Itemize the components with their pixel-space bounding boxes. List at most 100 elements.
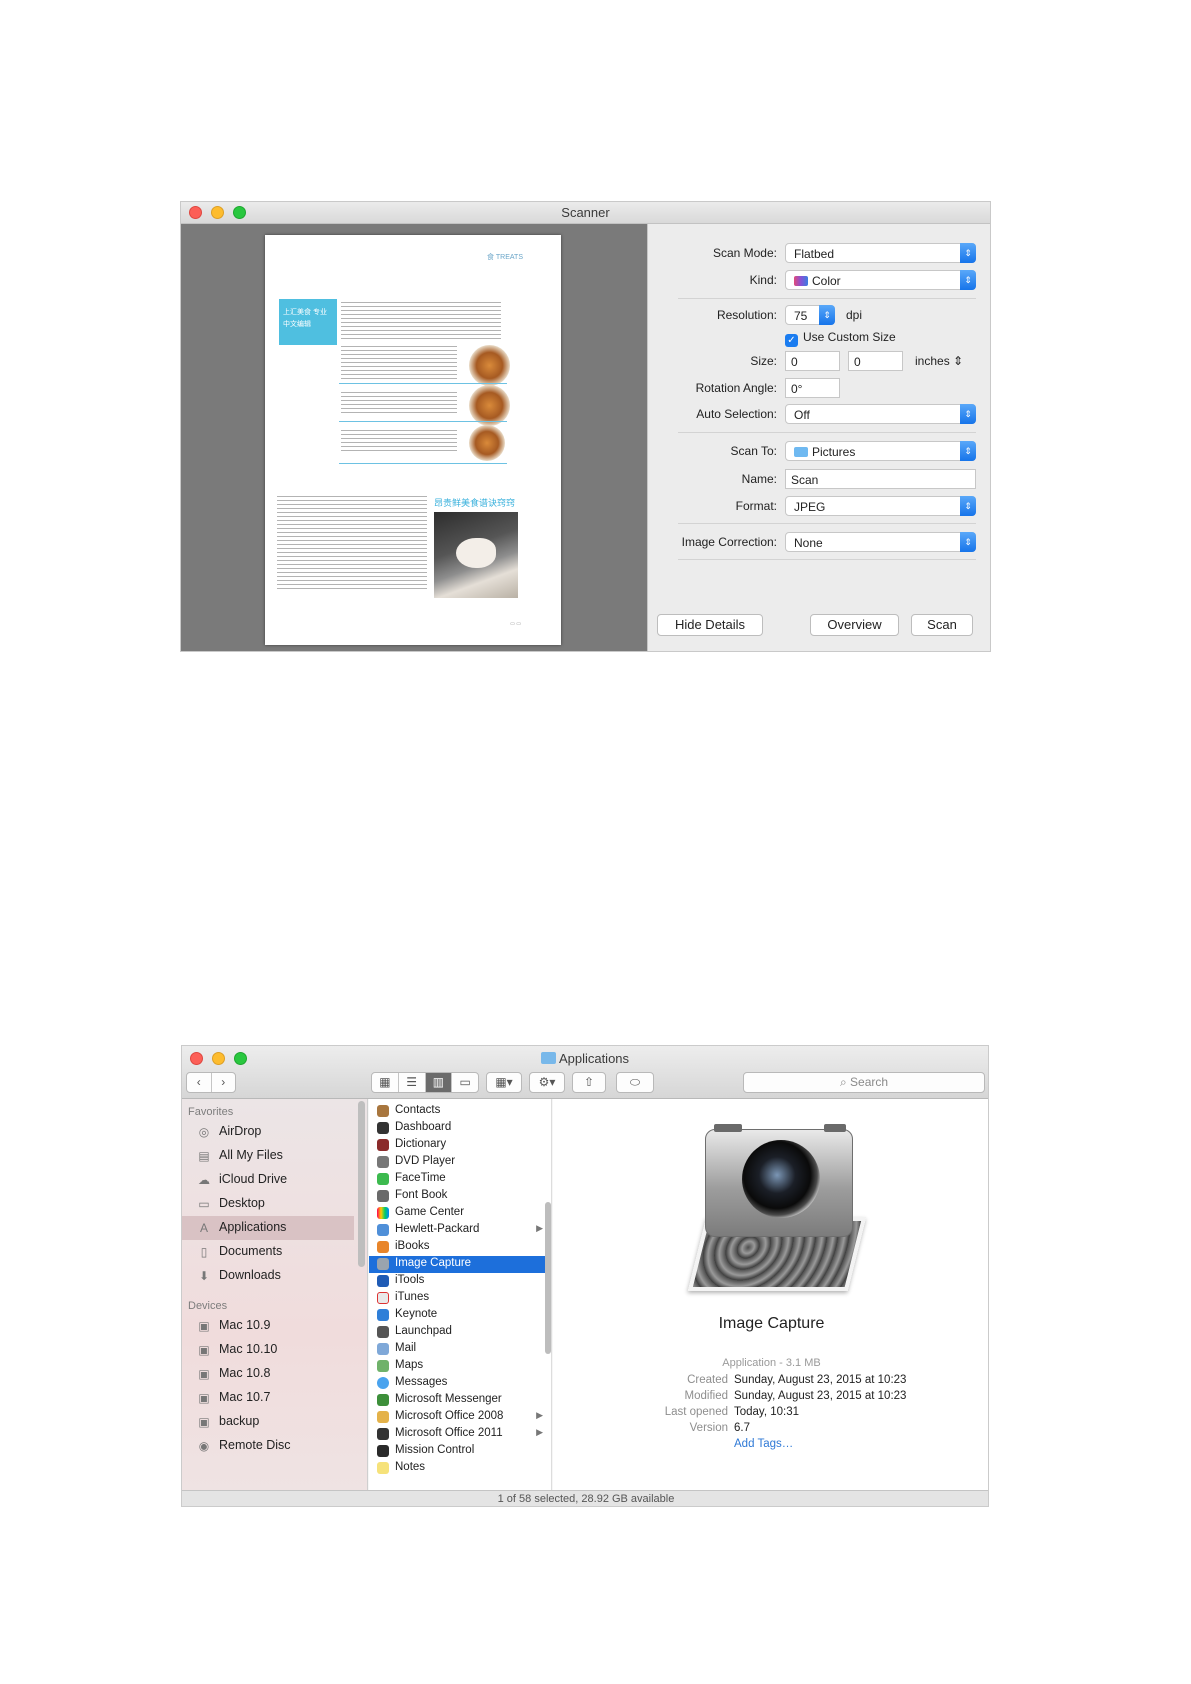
list-item[interactable]: iTools — [369, 1273, 547, 1290]
cloud-icon: ☁ — [198, 1173, 210, 1187]
list-item[interactable]: Contacts — [369, 1103, 547, 1120]
image-correction-popup[interactable]: None ⇕ — [785, 532, 976, 552]
chevron-updown-icon: ⇕ — [960, 270, 976, 290]
list-item-selected[interactable]: Image Capture — [369, 1256, 547, 1273]
tags-button[interactable]: ⬭ — [616, 1072, 654, 1093]
chevron-updown-icon: ⇕ — [960, 243, 976, 263]
messages-icon — [377, 1377, 389, 1389]
sidebar-item-mac-10-10[interactable]: ▣ Mac 10.10 — [182, 1338, 354, 1362]
search-field[interactable]: ⌕ Search — [743, 1072, 985, 1093]
text-block — [341, 299, 501, 339]
messenger-icon — [377, 1394, 389, 1406]
separator — [678, 298, 976, 299]
format-popup[interactable]: JPEG ⇕ — [785, 496, 976, 516]
image-capture-icon — [377, 1258, 389, 1270]
scan-name-field[interactable]: Scan — [785, 469, 976, 489]
sidebar-item-airdrop[interactable]: ◎ AirDrop — [182, 1120, 354, 1144]
chevron-updown-icon: ⇕ — [819, 305, 835, 325]
chevron-updown-icon: ⇕ — [960, 532, 976, 552]
folder-icon — [377, 1411, 389, 1423]
list-item[interactable]: Game Center — [369, 1205, 547, 1222]
scan-mode-row: Scan Mode: Flatbed ⇕ — [648, 243, 990, 263]
use-custom-size-checkbox[interactable]: ✓ Use Custom Size — [785, 330, 896, 347]
favorites-header: Favorites — [188, 1106, 234, 1118]
column-view-icon[interactable]: ▥ — [425, 1073, 453, 1092]
action-button[interactable]: ⚙▾ — [529, 1072, 565, 1093]
sidebar-item-all-my-files[interactable]: ▤ All My Files — [182, 1144, 354, 1168]
list-item[interactable]: Mail — [369, 1341, 547, 1358]
sidebar-item-mac-10-8[interactable]: ▣ Mac 10.8 — [182, 1362, 354, 1386]
list-item[interactable]: iBooks — [369, 1239, 547, 1256]
scan-mode-popup[interactable]: Flatbed ⇕ — [785, 243, 976, 263]
app-kind-size: Application - 3.1 MB — [722, 1357, 821, 1369]
sidebar-scrollbar[interactable] — [358, 1101, 365, 1267]
chevron-right-icon: ▶ — [536, 1410, 543, 1420]
list-item[interactable]: Microsoft Office 2011 ▶ — [369, 1426, 547, 1443]
format-row: Format: JPEG ⇕ — [648, 496, 990, 516]
sidebar-item-downloads[interactable]: ⬇ Downloads — [182, 1264, 354, 1288]
preview-title-box: 上汇美食 专业中文编辑 — [279, 299, 337, 345]
list-item[interactable]: Font Book — [369, 1188, 547, 1205]
list-item[interactable]: Dictionary — [369, 1137, 547, 1154]
column-scrollbar[interactable] — [545, 1202, 551, 1354]
add-tags-link[interactable]: Add Tags… — [734, 1438, 793, 1450]
list-item[interactable]: Hewlett-Packard ▶ — [369, 1222, 547, 1239]
auto-selection-popup[interactable]: Off ⇕ — [785, 404, 976, 424]
scan-button[interactable]: Scan — [911, 614, 973, 636]
list-item[interactable]: Maps — [369, 1358, 547, 1375]
resolution-combo[interactable]: 75 ⇕ — [785, 305, 835, 325]
sidebar-item-mac-10-9[interactable]: ▣ Mac 10.9 — [182, 1314, 354, 1338]
mail-icon — [377, 1343, 389, 1355]
size-width-field[interactable]: 0 — [785, 351, 840, 371]
overview-button[interactable]: Overview — [810, 614, 899, 636]
share-button[interactable]: ⇧ — [572, 1072, 606, 1093]
list-item[interactable]: Notes — [369, 1460, 547, 1477]
sidebar-item-remote-disc[interactable]: ◉ Remote Disc — [182, 1434, 354, 1458]
scan-to-popup[interactable]: Pictures ⇕ — [785, 441, 976, 461]
sidebar-item-applications[interactable]: A Applications — [182, 1216, 354, 1240]
list-item[interactable]: Microsoft Messenger — [369, 1392, 547, 1409]
launchpad-icon — [377, 1326, 389, 1338]
sidebar-item-mac-10-7[interactable]: ▣ Mac 10.7 — [182, 1386, 354, 1410]
list-view-icon[interactable]: ☰ — [399, 1073, 426, 1092]
kind-popup[interactable]: Color ⇕ — [785, 270, 976, 290]
rotation-angle-field[interactable]: 0° — [785, 378, 840, 398]
list-item[interactable]: Keynote — [369, 1307, 547, 1324]
disk-icon: ▣ — [198, 1319, 210, 1333]
sidebar-item-documents[interactable]: ▯ Documents — [182, 1240, 354, 1264]
size-row: Size: 0 0 inches ⇕ — [648, 351, 990, 371]
list-item[interactable]: FaceTime — [369, 1171, 547, 1188]
back-button[interactable]: ‹ — [187, 1073, 212, 1092]
scan-to-row: Scan To: Pictures ⇕ — [648, 441, 990, 461]
list-item[interactable]: Microsoft Office 2008 ▶ — [369, 1409, 547, 1426]
divider — [339, 383, 507, 384]
sidebar-item-backup[interactable]: ▣ backup — [182, 1410, 354, 1434]
chevron-updown-icon: ⇕ — [960, 441, 976, 461]
text-block — [277, 493, 427, 589]
scanner-titlebar: Scanner — [181, 202, 990, 224]
forward-button[interactable]: › — [212, 1073, 236, 1092]
icon-view-icon[interactable]: ▦ — [372, 1073, 399, 1092]
coverflow-view-icon[interactable]: ▭ — [452, 1073, 478, 1092]
list-item[interactable]: DVD Player — [369, 1154, 547, 1171]
sidebar-item-icloud-drive[interactable]: ☁ iCloud Drive — [182, 1168, 354, 1192]
list-item[interactable]: Dashboard — [369, 1120, 547, 1137]
custom-size-row: ✓ Use Custom Size — [648, 327, 990, 347]
font-book-icon — [377, 1190, 389, 1202]
itools-icon — [377, 1275, 389, 1287]
rotation-row: Rotation Angle: 0° — [648, 378, 990, 398]
list-item[interactable]: Mission Control — [369, 1443, 547, 1460]
sidebar-item-desktop[interactable]: ▭ Desktop — [182, 1192, 354, 1216]
color-icon — [794, 276, 808, 286]
arrange-button[interactable]: ▦▾ — [486, 1072, 522, 1093]
list-item[interactable]: iTunes — [369, 1290, 547, 1307]
size-height-field[interactable]: 0 — [848, 351, 903, 371]
folder-icon — [794, 447, 808, 457]
size-unit-popup[interactable]: inches ⇕ — [915, 354, 963, 368]
share-icon: ⇧ — [583, 1075, 595, 1089]
download-icon: ⬇ — [198, 1269, 210, 1283]
list-item[interactable]: Messages — [369, 1375, 547, 1392]
hide-details-button[interactable]: Hide Details — [657, 614, 763, 636]
scan-preview-area[interactable]: 食 TREATS 上汇美食 专业中文编辑 昂贵鲜美食谱诀窍窍 ▭ ▭ — [181, 224, 647, 651]
list-item[interactable]: Launchpad — [369, 1324, 547, 1341]
